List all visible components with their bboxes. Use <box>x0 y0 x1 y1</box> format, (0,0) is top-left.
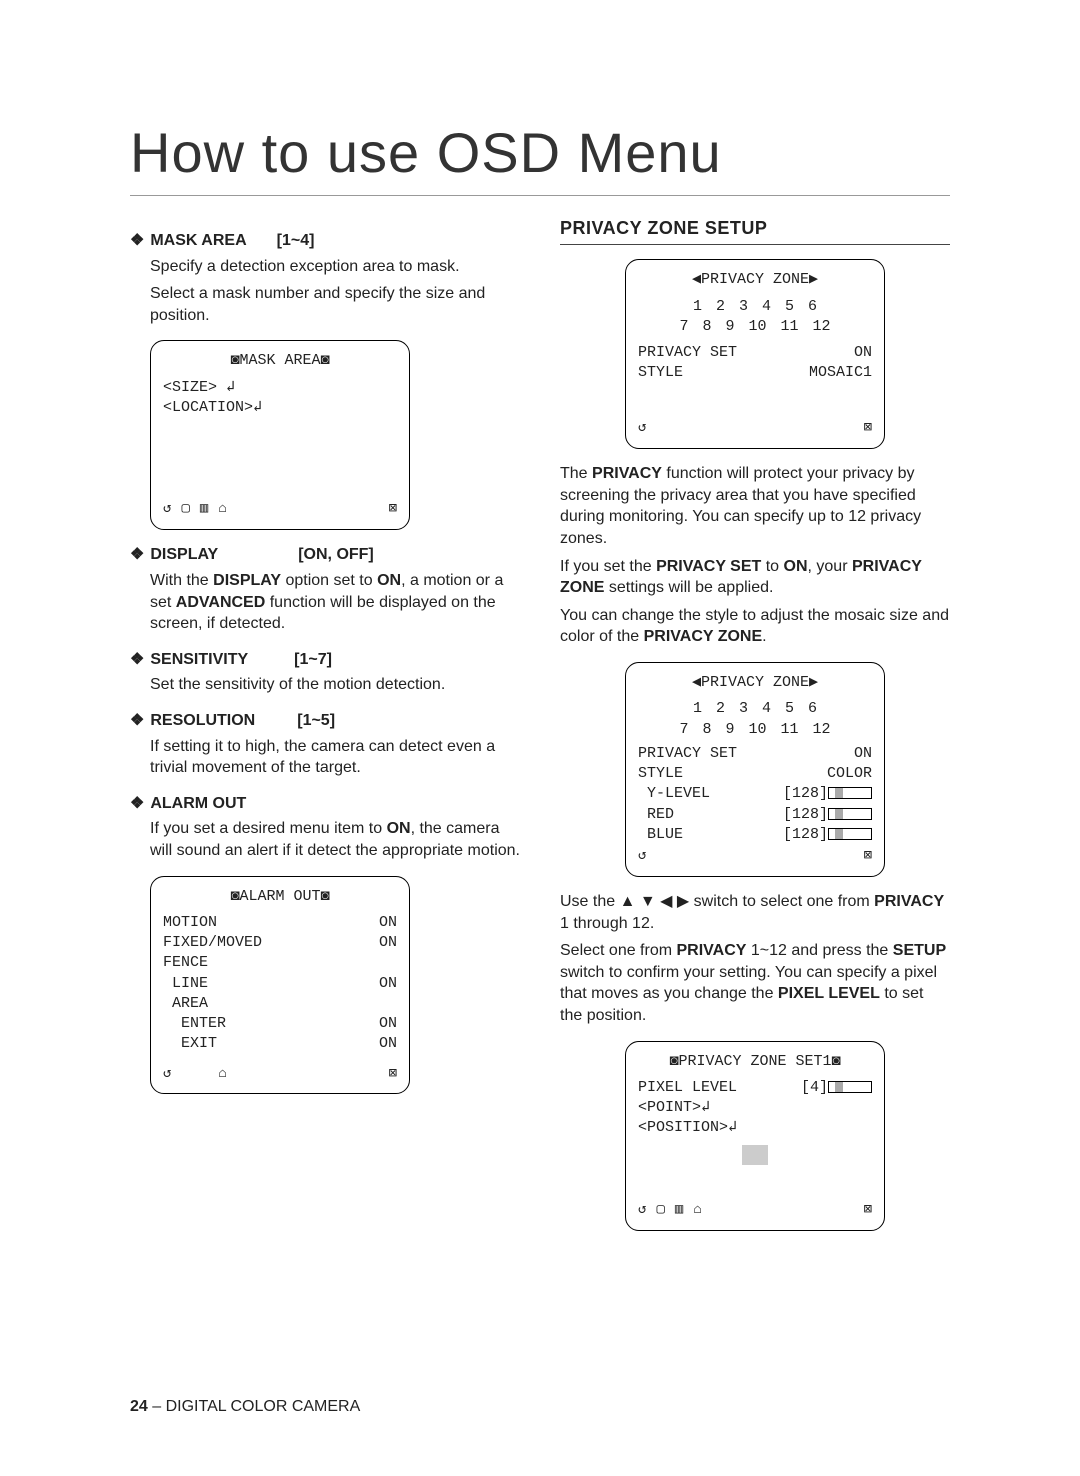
back-icon: ↺ <box>163 500 171 519</box>
osd-title: ◙PRIVACY ZONE SET1◙ <box>638 1052 872 1072</box>
param-display: ❖ DISPLAY [ON, OFF] <box>130 544 520 566</box>
osd-row: ENTERON <box>163 1014 397 1034</box>
section-title: PRIVACY ZONE SETUP <box>560 216 950 245</box>
right-column: PRIVACY ZONE SETUP ◀PRIVACY ZONE▶ 123456… <box>560 216 950 1245</box>
osd-row: FIXED/MOVEDON <box>163 933 397 953</box>
osd-grid-row: 789101112 <box>638 317 872 337</box>
param-mask-area: ❖ MASK AREA [1~4] <box>130 230 520 252</box>
param-range: [1~4] <box>277 230 315 252</box>
param-alarm-out: ❖ ALARM OUT <box>130 793 520 815</box>
param-name: DISPLAY <box>150 544 218 566</box>
osd-row: Y-LEVEL[128] <box>638 784 872 804</box>
osd-line: <POSITION>↲ <box>638 1118 872 1138</box>
nav-icon: ▥ <box>675 1201 683 1220</box>
osd-row: PIXEL LEVEL[4] <box>638 1078 872 1098</box>
osd-privacy-zone-1: ◀PRIVACY ZONE▶ 123456 789101112 PRIVACY … <box>625 259 885 449</box>
osd-row: PRIVACY SETON <box>638 343 872 363</box>
slider-icon <box>828 828 872 840</box>
paragraph: Use the ▲ ▼ ◀ ▶ switch to select one fro… <box>560 891 950 934</box>
osd-row: PRIVACY SETON <box>638 744 872 764</box>
paragraph: You can change the style to adjust the m… <box>560 605 950 648</box>
osd-row: AREA <box>163 994 397 1014</box>
param-range: [ON, OFF] <box>298 544 374 566</box>
close-icon: ⊠ <box>864 847 872 866</box>
osd-mask-area: ◙MASK AREA◙ <SIZE> ↲ <LOCATION>↲ ↺ ▢ ▥ ⌂… <box>150 340 410 530</box>
close-icon: ⊠ <box>389 500 397 519</box>
nav-icon: ▢ <box>181 500 189 519</box>
osd-line: <SIZE> ↲ <box>163 378 397 398</box>
osd-title: ◙ALARM OUT◙ <box>163 887 397 907</box>
osd-grid-row: 123456 <box>638 297 872 317</box>
param-desc: Set the sensitivity of the motion detect… <box>150 674 520 696</box>
osd-title: ◀PRIVACY ZONE▶ <box>638 270 872 290</box>
close-icon: ⊠ <box>389 1065 397 1084</box>
close-icon: ⊠ <box>864 419 872 438</box>
slider-icon <box>828 1081 872 1093</box>
paragraph: If you set the PRIVACY SET to ON, your P… <box>560 556 950 599</box>
osd-privacy-zone-set1: ◙PRIVACY ZONE SET1◙ PIXEL LEVEL[4] <POIN… <box>625 1041 885 1231</box>
back-icon: ↺ <box>163 1065 171 1084</box>
param-desc: Specify a detection exception area to ma… <box>150 256 520 278</box>
back-icon: ↺ <box>638 419 646 438</box>
osd-row: MOTIONON <box>163 913 397 933</box>
osd-row: STYLEMOSAIC1 <box>638 363 872 383</box>
osd-row: LINEON <box>163 974 397 994</box>
home-icon: ⌂ <box>218 500 226 519</box>
left-column: ❖ MASK AREA [1~4] Specify a detection ex… <box>130 216 520 1245</box>
paragraph: Select one from PRIVACY 1~12 and press t… <box>560 940 950 1026</box>
osd-grid-row: 123456 <box>638 699 872 719</box>
osd-alarm-out: ◙ALARM OUT◙ MOTIONON FIXED/MOVEDON FENCE… <box>150 876 410 1095</box>
param-desc: Select a mask number and specify the siz… <box>150 283 520 326</box>
page-footer: 24 – DIGITAL COLOR CAMERA <box>130 1398 360 1416</box>
slider-icon <box>828 808 872 820</box>
osd-title: ◙MASK AREA◙ <box>163 351 397 371</box>
home-icon: ⌂ <box>218 1065 226 1084</box>
osd-row: STYLECOLOR <box>638 764 872 784</box>
osd-title: ◀PRIVACY ZONE▶ <box>638 673 872 693</box>
back-icon: ↺ <box>638 847 646 866</box>
param-desc: If you set a desired menu item to ON, th… <box>150 818 520 861</box>
close-icon: ⊠ <box>864 1201 872 1220</box>
osd-line: <LOCATION>↲ <box>163 398 397 418</box>
param-range: [1~5] <box>297 710 335 732</box>
osd-row: BLUE[128] <box>638 825 872 845</box>
paragraph: The PRIVACY function will protect your p… <box>560 463 950 549</box>
nav-icon: ▢ <box>656 1201 664 1220</box>
osd-line: <POINT>↲ <box>638 1098 872 1118</box>
param-sensitivity: ❖ SENSITIVITY [1~7] <box>130 649 520 671</box>
osd-grid-row: 789101112 <box>638 720 872 740</box>
param-name: SENSITIVITY <box>150 649 248 671</box>
param-resolution: ❖ RESOLUTION [1~5] <box>130 710 520 732</box>
preview-box-icon <box>742 1145 768 1165</box>
osd-row: EXITON <box>163 1034 397 1054</box>
osd-row: FENCE <box>163 953 397 973</box>
osd-privacy-zone-2: ◀PRIVACY ZONE▶ 123456 789101112 PRIVACY … <box>625 662 885 877</box>
page-title: How to use OSD Menu <box>130 120 950 196</box>
osd-row: RED[128] <box>638 805 872 825</box>
param-desc: With the DISPLAY option set to ON, a mot… <box>150 570 520 635</box>
home-icon: ⌂ <box>693 1201 701 1220</box>
param-desc: If setting it to high, the camera can de… <box>150 736 520 779</box>
slider-icon <box>828 787 872 799</box>
param-name: RESOLUTION <box>150 710 255 732</box>
back-icon: ↺ <box>638 1201 646 1220</box>
param-name: MASK AREA <box>150 230 246 252</box>
param-name: ALARM OUT <box>150 793 246 815</box>
nav-icon: ▥ <box>200 500 208 519</box>
param-range: [1~7] <box>294 649 332 671</box>
